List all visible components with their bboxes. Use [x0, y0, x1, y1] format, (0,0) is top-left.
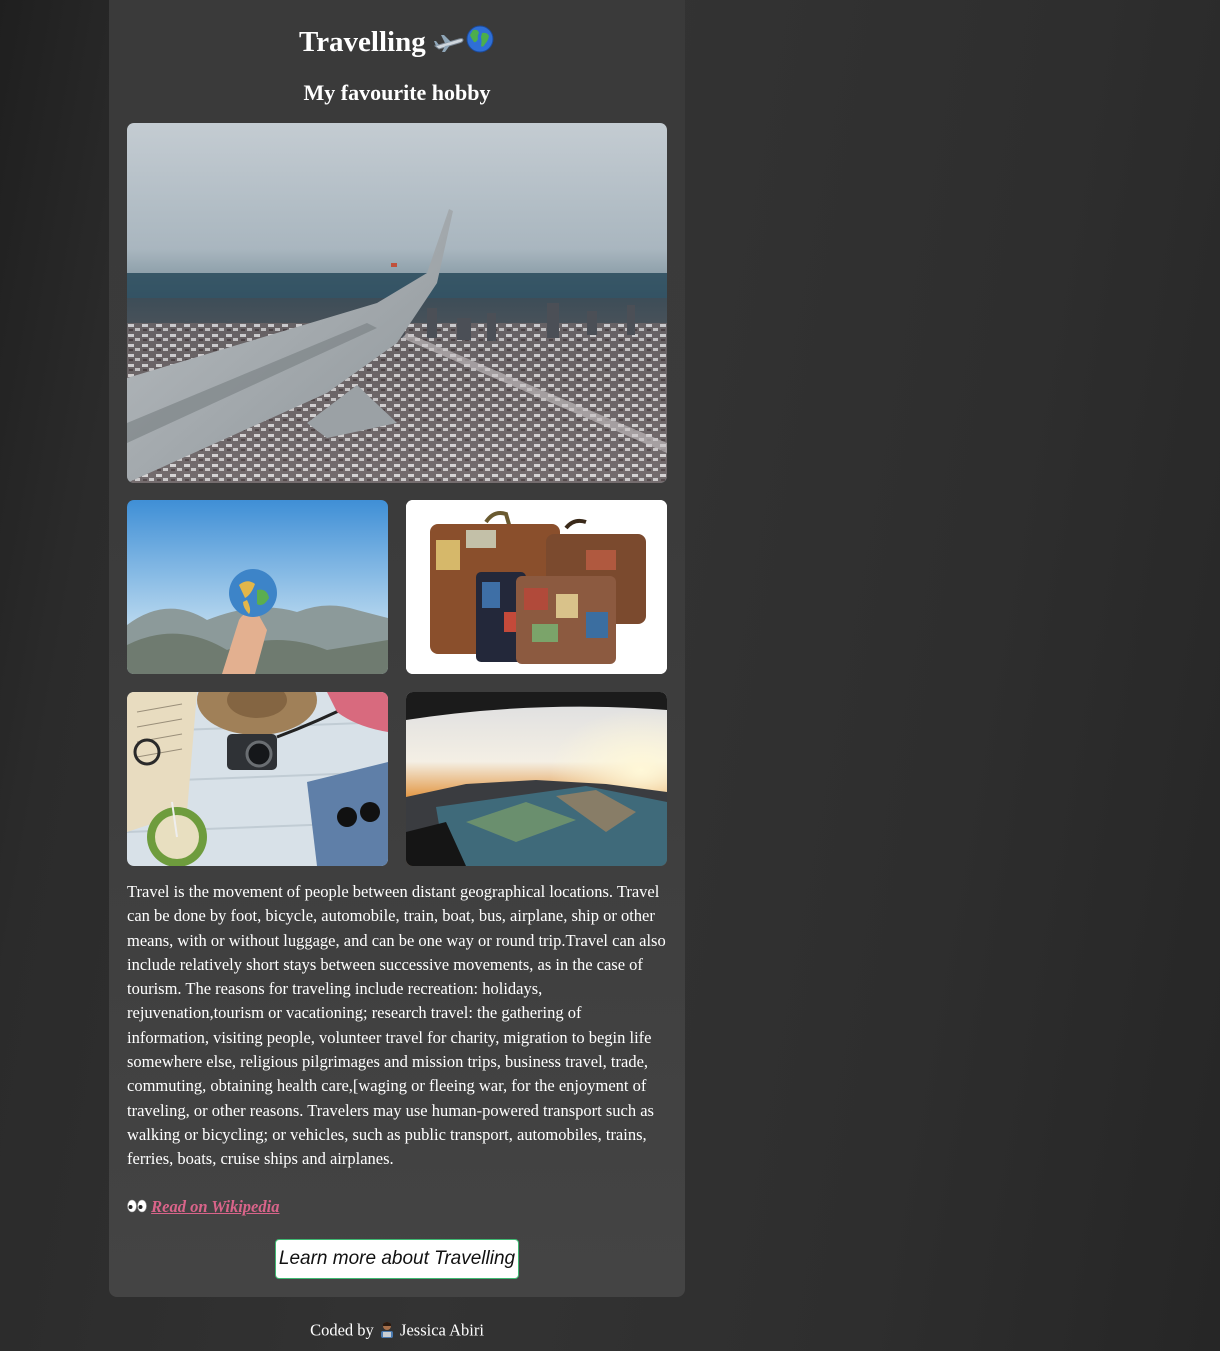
airplane-icon	[433, 24, 465, 64]
technologist-icon	[378, 1320, 396, 1343]
wikipedia-link[interactable]: Read on Wikipedia	[151, 1197, 279, 1216]
travel-description: Travel is the movement of people between…	[127, 882, 666, 1169]
page-title: Travelling	[109, 22, 685, 65]
footer-prefix: Coded by	[310, 1320, 374, 1340]
wikipedia-section: Read on Wikipedia	[127, 1197, 279, 1218]
page-subtitle: My favourite hobby	[303, 80, 491, 105]
hero-image	[127, 123, 667, 483]
footer: Coded by Jessica Abiri	[109, 1320, 685, 1343]
gallery-image-suitcases	[406, 500, 667, 674]
footer-author: Jessica Abiri	[400, 1320, 484, 1340]
globe-icon	[465, 24, 495, 65]
learn-more-button[interactable]: Learn more about Travelling	[275, 1239, 519, 1279]
main-card: Travelling My favourite hobby Travel is …	[109, 0, 685, 1297]
gallery-image-globe	[127, 500, 388, 674]
eyes-icon	[127, 1198, 147, 1218]
gallery-image-flatlay	[127, 692, 388, 866]
title-text: Travelling	[299, 26, 426, 58]
gallery-image-roadtrip	[406, 692, 667, 866]
